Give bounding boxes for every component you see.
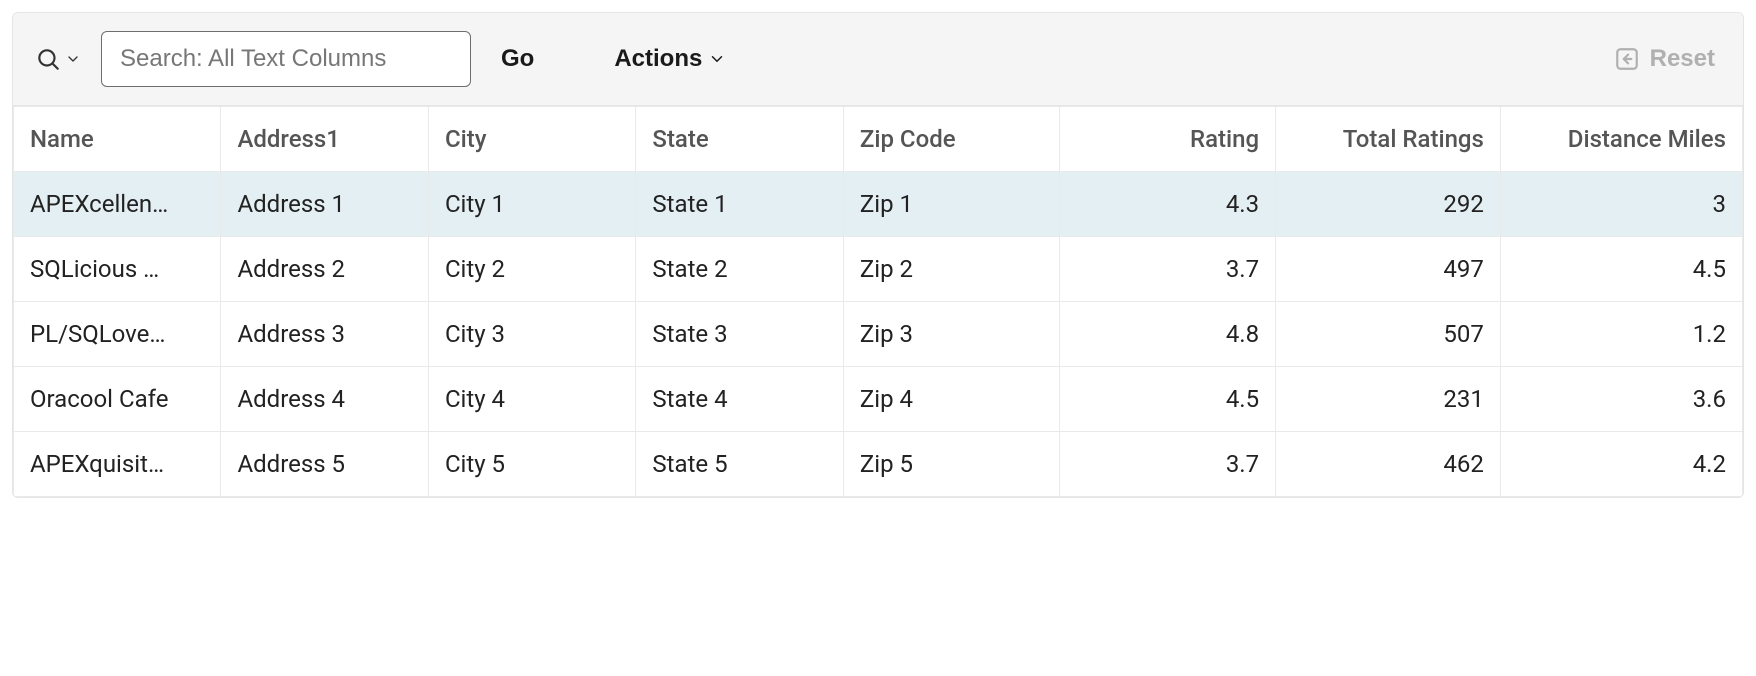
cell-rating: 4.5 [1060, 367, 1276, 432]
actions-label: Actions [614, 45, 702, 73]
cell-address1: Address 1 [221, 172, 428, 237]
cell-total-ratings: 231 [1276, 367, 1501, 432]
table-row[interactable]: Oracool CafeAddress 4City 4State 4Zip 44… [14, 367, 1743, 432]
cell-address1: Address 2 [221, 237, 428, 302]
cell-state: State 3 [636, 302, 843, 367]
chevron-down-icon [65, 51, 81, 67]
cell-rating: 3.7 [1060, 432, 1276, 497]
cell-state: State 1 [636, 172, 843, 237]
cell-state: State 5 [636, 432, 843, 497]
cell-zip: Zip 4 [843, 367, 1059, 432]
cell-address1: Address 4 [221, 367, 428, 432]
cell-name: Oracool Cafe [14, 367, 221, 432]
chevron-down-icon [708, 50, 726, 68]
results-table: Name Address1 City State Zip Code Rating… [13, 106, 1743, 497]
cell-rating: 4.3 [1060, 172, 1276, 237]
cell-state: State 2 [636, 237, 843, 302]
cell-name: APEXquisit… [14, 432, 221, 497]
go-button[interactable]: Go [491, 37, 544, 81]
cell-distance: 3 [1500, 172, 1742, 237]
cell-city: City 4 [428, 367, 635, 432]
cell-rating: 4.8 [1060, 302, 1276, 367]
interactive-report-region: Go Actions Reset Name Address1 [12, 12, 1744, 498]
cell-zip: Zip 2 [843, 237, 1059, 302]
col-header-city[interactable]: City [428, 107, 635, 172]
cell-rating: 3.7 [1060, 237, 1276, 302]
cell-distance: 1.2 [1500, 302, 1742, 367]
cell-name: APEXcellen… [14, 172, 221, 237]
cell-city: City 1 [428, 172, 635, 237]
table-row[interactable]: APEXquisit…Address 5City 5State 5Zip 53.… [14, 432, 1743, 497]
search-column-selector[interactable] [35, 46, 81, 72]
col-header-address1[interactable]: Address1 [221, 107, 428, 172]
table-header-row: Name Address1 City State Zip Code Rating… [14, 107, 1743, 172]
cell-distance: 4.2 [1500, 432, 1742, 497]
col-header-rating[interactable]: Rating [1060, 107, 1276, 172]
col-header-state[interactable]: State [636, 107, 843, 172]
cell-address1: Address 3 [221, 302, 428, 367]
cell-distance: 4.5 [1500, 237, 1742, 302]
cell-city: City 2 [428, 237, 635, 302]
table-body: APEXcellen…Address 1City 1State 1Zip 14.… [14, 172, 1743, 497]
cell-state: State 4 [636, 367, 843, 432]
reset-button[interactable]: Reset [1608, 44, 1721, 74]
search-input[interactable] [101, 31, 471, 87]
cell-city: City 3 [428, 302, 635, 367]
cell-distance: 3.6 [1500, 367, 1742, 432]
cell-zip: Zip 3 [843, 302, 1059, 367]
table-row[interactable]: SQLicious …Address 2City 2State 2Zip 23.… [14, 237, 1743, 302]
cell-zip: Zip 1 [843, 172, 1059, 237]
cell-total-ratings: 462 [1276, 432, 1501, 497]
cell-zip: Zip 5 [843, 432, 1059, 497]
cell-total-ratings: 292 [1276, 172, 1501, 237]
cell-name: PL/SQLove… [14, 302, 221, 367]
table-row[interactable]: PL/SQLove…Address 3City 3State 3Zip 34.8… [14, 302, 1743, 367]
reset-label: Reset [1650, 45, 1715, 73]
search-icon [35, 46, 61, 72]
cell-city: City 5 [428, 432, 635, 497]
cell-total-ratings: 507 [1276, 302, 1501, 367]
cell-total-ratings: 497 [1276, 237, 1501, 302]
cell-name: SQLicious … [14, 237, 221, 302]
reset-icon [1614, 46, 1640, 72]
actions-menu-button[interactable]: Actions [604, 37, 736, 81]
report-toolbar: Go Actions Reset [13, 13, 1743, 106]
col-header-zip-code[interactable]: Zip Code [843, 107, 1059, 172]
col-header-distance[interactable]: Distance Miles [1500, 107, 1742, 172]
col-header-total-ratings[interactable]: Total Ratings [1276, 107, 1501, 172]
col-header-name[interactable]: Name [14, 107, 221, 172]
cell-address1: Address 5 [221, 432, 428, 497]
table-row[interactable]: APEXcellen…Address 1City 1State 1Zip 14.… [14, 172, 1743, 237]
